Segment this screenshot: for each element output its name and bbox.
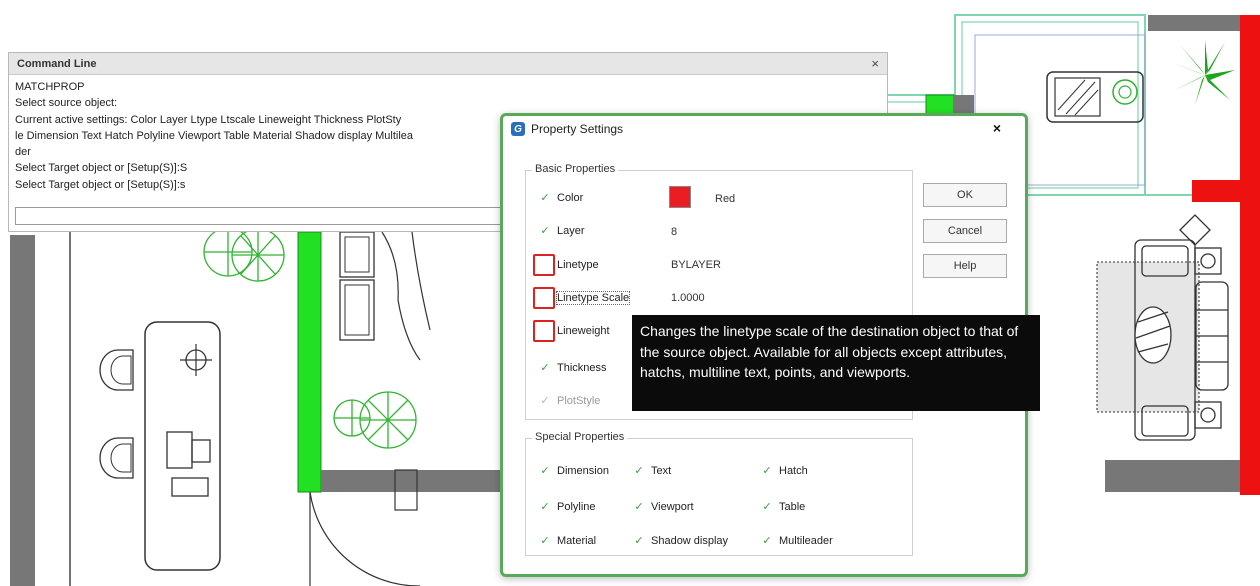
desk [144,321,221,571]
linetype-scale-checkbox[interactable] [533,287,555,309]
red-wall-vertical [1240,15,1260,495]
polyline-label: Polyline [557,500,596,513]
layer-checkbox[interactable]: ✓ Layer [539,224,585,238]
check-icon: ✓ [762,465,772,477]
lineweight-checkbox[interactable] [533,320,555,342]
thickness-checkbox[interactable]: ✓ Thickness [539,361,607,375]
check-icon: ✓ [540,362,550,374]
check-icon: ✓ [762,501,772,513]
dialog-titlebar[interactable]: G Property Settings [511,122,623,136]
check-icon: ✓ [540,192,550,204]
hatch-label: Hatch [779,464,808,477]
plant-top-left [203,227,285,282]
history-line: Select source object: [15,97,118,110]
check-icon: ✓ [540,395,550,407]
plotstyle-label: PlotStyle [557,394,601,407]
check-icon: ✓ [540,501,550,513]
layer-label: Layer [557,224,585,237]
check-icon: ✓ [540,465,550,477]
check-icon: ✓ [634,535,644,547]
door-arc [309,491,420,586]
linetype-scale-label: Linetype Scale [555,291,631,305]
keyboard [171,477,209,497]
plant-mid-left [333,391,417,449]
check-icon: ✓ [634,465,644,477]
app-logo-icon: G [511,122,525,136]
command-line-close-icon[interactable]: × [871,56,879,71]
linetype-value: BYLAYER [671,259,721,271]
basic-properties-title: Basic Properties [532,163,619,175]
thickness-label: Thickness [557,361,607,374]
check-icon: ✓ [540,225,550,237]
dialog-close-icon[interactable]: × [993,120,1001,136]
linetype-scale-tooltip: Changes the linetype scale of the destin… [632,315,1040,411]
dimension-checkbox[interactable]: ✓ Dimension [539,464,609,478]
command-line-title: Command Line [17,57,97,70]
special-properties-title: Special Properties [532,431,628,443]
polyline-checkbox[interactable]: ✓ Polyline [539,500,596,514]
linetype-checkbox[interactable] [533,254,555,276]
check-icon: ✓ [540,535,550,547]
color-label: Color [557,191,584,204]
color-swatch [669,186,691,208]
multileader-checkbox[interactable]: ✓ Multileader [761,534,833,548]
plotstyle-checkbox[interactable]: ✓ PlotStyle [539,394,601,408]
sofa-set [1096,214,1229,441]
viewport-label: Viewport [651,500,694,513]
table-label: Table [779,500,806,513]
hatch-checkbox[interactable]: ✓ Hatch [761,464,808,478]
viewport-checkbox[interactable]: ✓ Viewport [633,500,694,514]
material-label: Material [557,534,597,547]
shadow-display-checkbox[interactable]: ✓ Shadow display [633,534,729,548]
lineweight-label: Lineweight [557,325,610,337]
color-checkbox[interactable]: ✓ Color [539,191,584,205]
material-checkbox[interactable]: ✓ Material [539,534,597,548]
monitor [166,431,193,469]
dialog-title: Property Settings [531,122,624,136]
help-button[interactable]: Help [923,254,1007,278]
red-wall-horizontal [1192,180,1252,202]
table-checkbox[interactable]: ✓ Table [761,500,806,514]
linetype-label: Linetype [557,259,599,271]
cancel-button[interactable]: Cancel [923,219,1007,243]
color-value: Red [715,193,736,205]
palm-plant [1170,40,1235,105]
layer-value: 8 [671,226,678,238]
check-icon: ✓ [634,501,644,513]
shadow-display-label: Shadow display [651,534,729,547]
text-label: Text [651,464,672,477]
left-wall [10,235,35,586]
linetype-scale-value: 1.0000 [671,292,705,304]
history-line: MATCHPROP [15,81,85,93]
grey-wall-bottom-right [1105,460,1240,492]
command-line-titlebar[interactable]: Command Line × [9,53,887,75]
bathtub [1046,71,1144,123]
check-icon: ✓ [762,535,772,547]
green-wall-vertical [297,231,322,493]
grey-wall-top-right [1148,15,1240,31]
dimension-label: Dimension [557,464,609,477]
text-checkbox[interactable]: ✓ Text [633,464,672,478]
grey-wall-bottom [321,470,501,492]
multileader-label: Multileader [779,534,833,547]
ok-button[interactable]: OK [923,183,1007,207]
